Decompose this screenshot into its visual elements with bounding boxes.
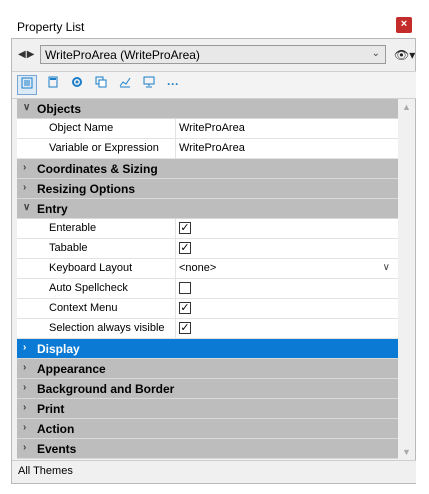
property-dropdown-value[interactable]: <none> xyxy=(179,262,216,274)
chevron-right-icon[interactable]: › xyxy=(23,442,26,453)
calculator-icon[interactable] xyxy=(43,75,63,95)
eye-icon[interactable]: 👁▾ xyxy=(394,48,415,62)
theme-label[interactable]: All Themes xyxy=(18,465,73,477)
property-row: Object Name WriteProArea xyxy=(17,119,398,139)
column-divider[interactable] xyxy=(175,259,176,279)
section-label: Action xyxy=(37,422,75,436)
section-header[interactable]: › Events xyxy=(17,439,398,459)
section-header[interactable]: › Appearance xyxy=(17,359,398,379)
section-header[interactable]: › Action xyxy=(17,419,398,439)
scroll-up-icon[interactable]: ▲ xyxy=(402,102,411,112)
property-name: Enterable xyxy=(49,222,97,234)
section-header[interactable]: › Background and Border xyxy=(17,379,398,399)
column-divider[interactable] xyxy=(175,319,176,339)
chevron-right-icon[interactable]: › xyxy=(23,162,26,173)
property-row: Keyboard Layout <none> ∨ xyxy=(17,259,398,279)
section-header[interactable]: › Resizing Options xyxy=(17,179,398,199)
chevron-right-icon[interactable]: › xyxy=(23,402,26,413)
column-divider[interactable] xyxy=(175,239,176,259)
object-selector-row: ◀▶ WriteProArea (WriteProArea) ⌄ 👁▾ xyxy=(11,43,416,67)
section-label: Coordinates & Sizing xyxy=(37,162,158,176)
toolbar: ··· xyxy=(12,71,416,99)
chevron-right-icon[interactable]: › xyxy=(23,422,26,433)
property-value[interactable]: WriteProArea xyxy=(179,122,245,134)
section-label: Appearance xyxy=(37,362,106,376)
section-label: Objects xyxy=(37,102,82,116)
back-forward-icon[interactable]: ◀▶ xyxy=(18,49,35,60)
section-header[interactable]: ∨ Objects xyxy=(17,99,398,119)
footer: All Themes xyxy=(12,460,416,483)
chevron-down-icon[interactable]: ∨ xyxy=(23,102,30,113)
chevron-right-icon[interactable]: › xyxy=(23,342,26,353)
property-name: Selection always visible xyxy=(49,322,165,334)
chevron-down-icon[interactable]: ∨ xyxy=(23,202,30,213)
object-selector-value: WriteProArea (WriteProArea) xyxy=(45,48,200,62)
property-checkbox[interactable] xyxy=(179,282,191,294)
property-list: ∨ Objects Object Name WriteProArea Variable … xyxy=(17,99,398,460)
property-row: Tabable ✓ xyxy=(17,239,398,259)
column-divider[interactable] xyxy=(175,119,176,139)
chevron-right-icon[interactable]: › xyxy=(23,362,26,373)
property-name: Auto Spellcheck xyxy=(49,282,128,294)
list-icon[interactable] xyxy=(17,75,37,95)
property-row: Selection always visible ✓ xyxy=(17,319,398,339)
window-title: Property List xyxy=(17,20,85,34)
gear-icon[interactable] xyxy=(67,75,87,95)
property-checkbox[interactable]: ✓ xyxy=(179,222,191,234)
object-selector-dropdown[interactable]: WriteProArea (WriteProArea) ⌄ xyxy=(40,45,386,64)
section-header[interactable]: › Coordinates & Sizing xyxy=(17,159,398,179)
property-name: Tabable xyxy=(49,242,88,254)
section-header[interactable]: ∨ Entry xyxy=(17,199,398,219)
chart-icon[interactable] xyxy=(115,75,135,95)
property-row: Auto Spellcheck xyxy=(17,279,398,299)
property-checkbox[interactable]: ✓ xyxy=(179,242,191,254)
property-row: Enterable ✓ xyxy=(17,219,398,239)
property-name: Variable or Expression xyxy=(49,142,159,154)
section-label: Print xyxy=(37,402,65,416)
property-row: Context Menu ✓ xyxy=(17,299,398,319)
property-row: Variable or Expression WriteProArea xyxy=(17,139,398,159)
chevron-down-icon: ⌄ xyxy=(371,48,380,59)
chevron-right-icon[interactable]: › xyxy=(23,382,26,393)
title-bar[interactable]: Property List × xyxy=(11,16,416,38)
scroll-down-icon[interactable]: ▼ xyxy=(402,447,411,457)
property-list-window: Property List × ◀▶ WriteProArea (WritePr… xyxy=(0,0,429,494)
close-icon[interactable]: × xyxy=(396,17,412,33)
section-header[interactable]: › Display xyxy=(17,339,398,359)
property-name: Keyboard Layout xyxy=(49,262,133,274)
property-name: Context Menu xyxy=(49,302,118,314)
column-divider[interactable] xyxy=(175,299,176,319)
property-checkbox[interactable]: ✓ xyxy=(179,322,191,334)
property-checkbox[interactable]: ✓ xyxy=(179,302,191,314)
section-label: Events xyxy=(37,442,77,456)
section-label: Resizing Options xyxy=(37,182,136,196)
property-value[interactable]: WriteProArea xyxy=(179,142,245,154)
copy-icon[interactable] xyxy=(91,75,111,95)
section-label: Display xyxy=(37,342,80,356)
section-label: Entry xyxy=(37,202,68,216)
vertical-scrollbar[interactable]: ▲ ▼ xyxy=(398,99,415,460)
chevron-right-icon[interactable]: › xyxy=(23,182,26,193)
property-name: Object Name xyxy=(49,122,114,134)
column-divider[interactable] xyxy=(175,219,176,239)
chevron-down-icon[interactable]: ∨ xyxy=(383,262,390,273)
more-icon[interactable]: ··· xyxy=(163,75,183,95)
monitor-icon[interactable] xyxy=(139,75,159,95)
section-label: Background and Border xyxy=(37,382,175,396)
section-header[interactable]: › Print xyxy=(17,399,398,419)
column-divider[interactable] xyxy=(175,139,176,159)
column-divider[interactable] xyxy=(175,279,176,299)
